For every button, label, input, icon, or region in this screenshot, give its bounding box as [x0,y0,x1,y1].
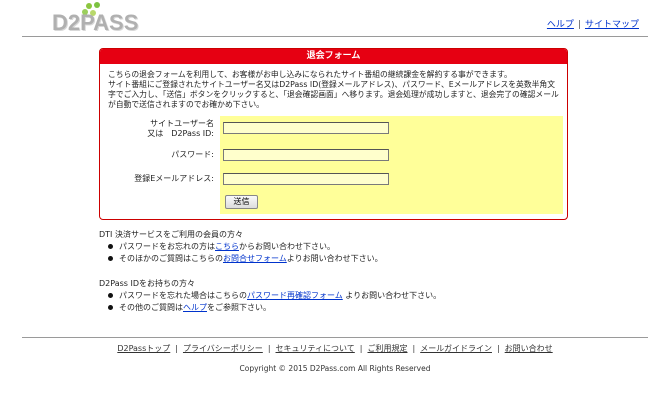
form-description: こちらの退会フォームを利用して、お客様がお申し込みになられたサイト番組の継続課金… [108,70,559,109]
bullet-icon [108,244,113,249]
d2pass-heading: D2Pass IDをお持ちの方々 [99,279,196,288]
d2pass-logo[interactable]: D2PASS [52,2,142,35]
username-input[interactable] [223,122,389,134]
item-text-after: からお問い合わせ下さい。 [239,242,335,251]
list-item: その他のご質問はヘルプをご参照下さい。 [99,302,441,314]
sitemap-link[interactable]: サイトマップ [585,20,639,30]
dti-section: DTI 決済サービスをご利用の会員の方々 パスワードをお忘れの方はこちらからお問… [99,229,383,265]
withdrawal-form-panel: 退会フォーム こちらの退会フォームを利用して、お客様がお申し込みになられたサイト… [99,48,568,220]
form-area: サイトユーザー名 又は D2Pass ID: パスワード: 登録Eメールアドレス… [106,116,563,214]
footer-separator: | [175,344,178,353]
header: D2PASS ヘルプ | サイトマップ [22,0,648,37]
footer-separator: | [496,344,500,353]
footer-separator: | [359,344,363,353]
logo-text: D2PASS [52,10,139,35]
password-label: パスワード: [171,150,214,159]
form-title: 退会フォーム [100,49,567,64]
d2pass-section: D2Pass IDをお持ちの方々 パスワードを忘れた場合はこちらのパスワード再確… [99,278,441,314]
list-item-text: パスワードをお忘れの方はこちらからお問い合わせ下さい。 [119,242,335,251]
footer-link-contact[interactable]: お問い合わせ [505,344,553,353]
footer-link-mail-guidelines[interactable]: メールガイドライン [420,344,492,353]
footer-divider [22,337,648,338]
item-text-before: その他のご質問は [119,303,183,312]
help-link[interactable]: ヘルプ [547,20,574,30]
list-item-text: その他のご質問はヘルプをご参照下さい。 [119,303,271,312]
email-label: 登録Eメールアドレス: [134,174,214,183]
bullet-icon [108,305,113,310]
bullet-icon [108,256,113,261]
footer-separator: | [267,344,271,353]
footer-link-top[interactable]: D2Passトップ [117,344,170,353]
password-recovery-link[interactable]: パスワード再確認フォーム [247,291,343,300]
item-text-before: そのほかのご質問はこちらの [119,254,223,263]
list-item-text: そのほかのご質問はこちらのお問合せフォームよりお問い合わせ下さい。 [119,254,383,263]
footer-links: D2Passトップ | プライバシーポリシー | セキュリティについて | ご利用規定 | メー… [0,343,670,354]
footer-link-privacy[interactable]: プライバシーポリシー [183,344,263,353]
submit-button[interactable]: 送信 [225,195,258,209]
page: D2PASS ヘルプ | サイトマップ 退会フォーム こちらの退会フォームを利用して… [0,0,670,414]
form-labels-column: サイトユーザー名 又は D2Pass ID: パスワード: 登録Eメールアドレス… [106,116,220,214]
header-separator: | [577,20,581,30]
copyright: Copyright © 2015 D2Pass.com All Rights R… [239,364,431,373]
footer-link-terms[interactable]: ご利用規定 [368,344,408,353]
item-text-before: パスワードをお忘れの方は [119,242,215,251]
help-section-link[interactable]: ヘルプ [183,303,207,312]
logo-dot [94,2,100,8]
dti-heading: DTI 決済サービスをご利用の会員の方々 [99,230,243,239]
username-label: サイトユーザー名 又は D2Pass ID: [147,119,214,138]
item-text-after: をご参照下さい。 [207,303,271,312]
inquiry-form-link[interactable]: お問合せフォーム [223,254,287,263]
contact-here-link[interactable]: こちら [215,242,239,251]
bullet-icon [108,293,113,298]
footer-link-security[interactable]: セキュリティについて [276,344,355,353]
list-item: パスワードをお忘れの方はこちらからお問い合わせ下さい。 [99,241,383,253]
password-input[interactable] [223,149,389,161]
footer-separator: | [412,344,416,353]
header-links: ヘルプ | サイトマップ [547,17,639,30]
logo-dot [86,3,92,9]
list-item: パスワードを忘れた場合はこちらのパスワード再確認フォーム よりお問い合わせ下さい… [99,290,441,302]
email-input[interactable] [223,173,389,185]
item-text-before: パスワードを忘れた場合はこちらの [119,291,247,300]
list-item-text: パスワードを忘れた場合はこちらのパスワード再確認フォーム よりお問い合わせ下さい… [119,291,441,300]
list-item: そのほかのご質問はこちらのお問合せフォームよりお問い合わせ下さい。 [99,253,383,265]
item-text-after: よりお問い合わせ下さい。 [286,254,383,263]
form-fields-column: 送信 [220,116,563,214]
item-text-after: よりお問い合わせ下さい。 [342,291,442,300]
